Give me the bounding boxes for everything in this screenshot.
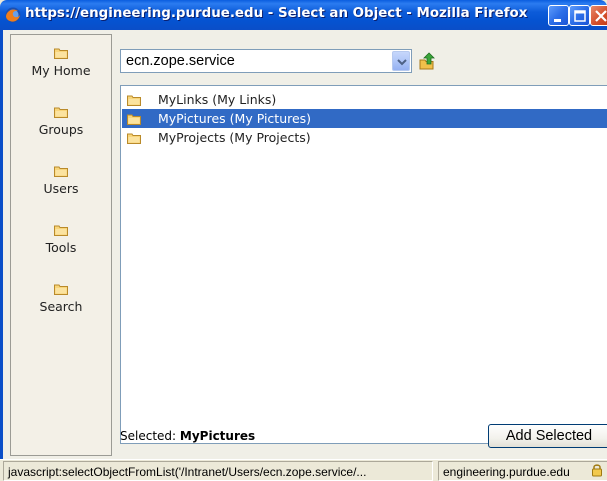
chevron-down-icon [397,59,407,66]
selected-prefix: Selected: [120,429,177,443]
sidebar-item-label: My Home [31,63,91,78]
maximize-icon [574,10,586,22]
selected-value: MyPictures [179,429,256,443]
firefox-icon [5,7,21,23]
status-bar: javascript:selectObjectFromList('/Intran… [0,459,607,481]
dialog-body: My Home Groups Users Tools Search ecn.zo… [0,30,607,459]
dropdown-button[interactable] [392,51,410,71]
minimize-icon [554,19,561,22]
list-item-selected[interactable]: MyPictures (My Pictures) [122,109,607,128]
sidebar-item-label: Groups [38,122,84,137]
status-domain: engineering.purdue.edu [438,461,607,481]
folder-icon [54,107,68,118]
window-title: https://engineering.purdue.edu - Select … [25,6,528,21]
sidebar: My Home Groups Users Tools Search [10,34,112,456]
sidebar-item-tools[interactable]: Tools [11,224,111,255]
up-folder-icon[interactable] [417,51,437,71]
list-item[interactable]: MyLinks (My Links) [122,90,607,109]
title-bar[interactable]: https://engineering.purdue.edu - Select … [0,0,607,30]
sidebar-item-users[interactable]: Users [11,165,111,196]
maximize-button[interactable] [569,5,590,26]
folder-icon [54,284,68,295]
sidebar-item-label: Tools [45,240,77,255]
list-item-label: MyProjects (My Projects) [158,130,311,145]
folder-icon [127,95,141,106]
location-select-value: ecn.zope.service [126,53,235,69]
folder-icon [54,48,68,59]
object-list[interactable]: MyLinks (My Links) MyPictures (My Pictur… [120,85,607,444]
lock-icon[interactable] [590,463,604,477]
selected-indicator: Selected: MyPictures [120,429,255,443]
sidebar-item-label: Search [39,299,83,314]
add-selected-button[interactable]: Add Selected [488,424,607,448]
folder-icon [54,166,68,177]
list-item-label: MyPictures (My Pictures) [158,111,312,126]
close-icon [595,10,607,22]
folder-icon [127,114,141,125]
list-item-label: MyLinks (My Links) [158,92,277,107]
folder-icon [54,225,68,236]
close-button[interactable] [590,5,607,26]
folder-icon [127,133,141,144]
sidebar-item-my-home[interactable]: My Home [11,47,111,78]
status-text: javascript:selectObjectFromList('/Intran… [3,461,433,481]
location-select[interactable]: ecn.zope.service [120,49,412,73]
sidebar-item-label: Users [43,181,79,196]
sidebar-item-groups[interactable]: Groups [11,106,111,137]
minimize-button[interactable] [548,5,569,26]
list-item[interactable]: MyProjects (My Projects) [122,128,607,147]
sidebar-item-search[interactable]: Search [11,283,111,314]
